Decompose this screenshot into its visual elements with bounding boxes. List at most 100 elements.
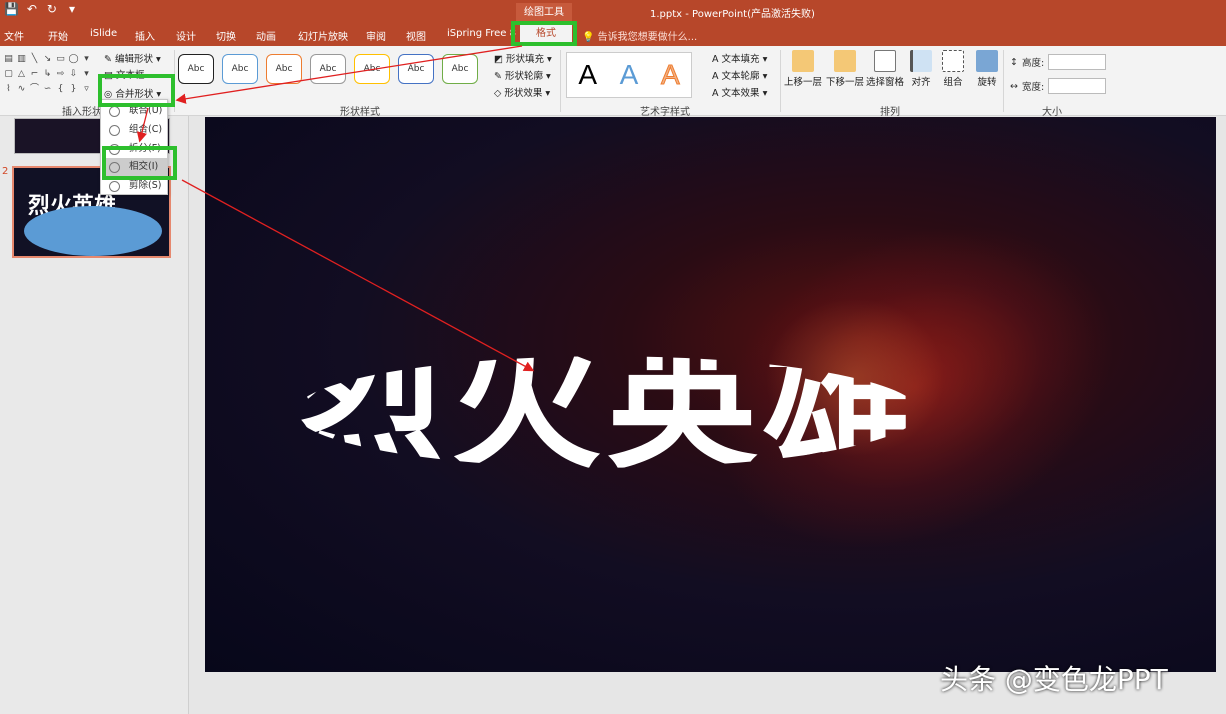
style-swatch-gold[interactable]: Abc (354, 54, 390, 84)
tab-review[interactable]: 审阅 (366, 28, 386, 43)
align-label: 对齐 (911, 77, 931, 88)
edit-shape-button[interactable]: ✎ 编辑形状 ▾ (104, 51, 161, 65)
width-row: ↔ 宽度: (1010, 78, 1107, 94)
tab-animations[interactable]: 动画 (256, 28, 276, 43)
arc-icon[interactable]: ⌒ (28, 82, 41, 97)
title-bar: 💾 ↶ ↻ ▾ 绘图工具 1.pptx - PowerPoint(产品激活失败) (0, 0, 1226, 22)
curve-icon[interactable]: ∽ (41, 82, 54, 97)
width-label: 宽度: (1021, 82, 1045, 93)
ribbon-tabs: 文件 开始 iSlide 插入 设计 切换 动画 幻灯片放映 审阅 视图 iSp… (0, 22, 1226, 46)
left-brace-icon[interactable]: { (54, 82, 67, 97)
textbox-shape-icon[interactable]: ▤ (2, 52, 15, 67)
group-divider (1003, 50, 1004, 112)
size-group-label: 大小 (1042, 107, 1062, 118)
scribble-icon[interactable]: ∿ (15, 82, 28, 97)
group-icon (942, 50, 964, 72)
tab-islide[interactable]: iSlide (90, 28, 117, 39)
rectangle-icon[interactable]: ▭ (54, 52, 67, 67)
slide-canvas[interactable]: 烈火英雄 (205, 117, 1216, 672)
merge-shapes-highlight (98, 74, 175, 107)
send-backward-button[interactable]: 下移一层 (826, 50, 864, 88)
undo-icon[interactable]: ↶ (25, 2, 39, 16)
scroll-icon[interactable]: ▾ (80, 67, 93, 82)
bring-forward-icon (792, 50, 814, 72)
text-outline-button[interactable]: A 文本轮廓 ▾ (712, 68, 767, 82)
tab-design[interactable]: 设计 (176, 28, 196, 43)
triangle-icon[interactable]: △ (15, 67, 28, 82)
selection-pane-button[interactable]: 选择窗格 (866, 50, 904, 88)
shape-styles-gallery: Abc Abc Abc Abc Abc Abc Abc (178, 54, 478, 84)
text-fill-button[interactable]: A 文本填充 ▾ (712, 51, 767, 65)
selection-pane-icon (874, 50, 896, 72)
expand-gallery-icon[interactable]: ▿ (80, 82, 93, 97)
text-effects-button[interactable]: A 文本效果 ▾ (712, 85, 767, 99)
style-swatch-gray[interactable]: Abc (310, 54, 346, 84)
selection-pane-label: 选择窗格 (866, 77, 905, 88)
tab-home[interactable]: 开始 (48, 28, 68, 43)
wordart-style-blue[interactable]: A (620, 59, 639, 91)
save-icon[interactable]: 💾 (4, 2, 19, 16)
combine-icon (109, 125, 120, 136)
tab-file[interactable]: 文件 (4, 28, 24, 43)
shape-fill-button[interactable]: ◩ 形状填充 ▾ (494, 51, 552, 65)
tell-me-text: 告诉我您想要做什么... (597, 32, 698, 43)
tab-view[interactable]: 视图 (406, 28, 426, 43)
freeform-icon[interactable]: ⌇ (2, 82, 15, 97)
height-input[interactable] (1048, 54, 1107, 70)
rounded-rect-icon[interactable]: ▢ (2, 67, 15, 82)
curved-connector-icon[interactable]: ↳ (41, 67, 54, 82)
bring-forward-label: 上移一层 (784, 77, 823, 88)
tab-transitions[interactable]: 切换 (216, 28, 236, 43)
subtract-icon (109, 181, 120, 192)
tab-slideshow[interactable]: 幻灯片放映 (298, 28, 348, 43)
text-effects-label: 文本效果 (721, 88, 760, 99)
wordart-style-orange[interactable]: A (660, 59, 680, 91)
customize-qat-icon[interactable]: ▾ (65, 2, 79, 16)
redo-icon[interactable]: ↻ (45, 2, 59, 16)
style-swatch-green[interactable]: Abc (442, 54, 478, 84)
elbow-connector-icon[interactable]: ⌐ (28, 67, 41, 82)
drawing-tools-context-label: 绘图工具 (516, 3, 572, 22)
tell-me-search[interactable]: 💡 告诉我您想要做什么... (582, 28, 697, 43)
right-arrow-icon[interactable]: ⇨ (54, 67, 67, 82)
tab-insert[interactable]: 插入 (135, 28, 155, 43)
format-tab-highlight (511, 21, 577, 46)
align-icon (910, 50, 932, 72)
style-swatch-blue[interactable]: Abc (222, 54, 258, 84)
group-button[interactable]: 组合 (942, 50, 964, 88)
tab-ispring[interactable]: iSpring Free 8 (447, 28, 516, 39)
style-swatch-black[interactable]: Abc (178, 54, 214, 84)
union-icon (109, 106, 120, 117)
more-shapes-icon[interactable]: ▾ (80, 52, 93, 67)
bring-forward-button[interactable]: 上移一层 (784, 50, 822, 88)
height-icon: ↕ (1010, 56, 1018, 68)
group-label: 组合 (943, 77, 963, 88)
rotate-icon (976, 50, 998, 72)
shape-outline-button[interactable]: ✎ 形状轮廓 ▾ (494, 68, 551, 82)
style-swatch-darkblue[interactable]: Abc (398, 54, 434, 84)
intersect-highlight (102, 146, 177, 180)
vertical-textbox-icon[interactable]: ▥ (15, 52, 28, 67)
align-button[interactable]: 对齐 (910, 50, 932, 88)
rotate-button[interactable]: 旋转 (976, 50, 998, 88)
wordart-group-label: 艺术字样式 (640, 107, 690, 118)
group-divider (560, 50, 561, 112)
text-outline-label: 文本轮廓 (721, 71, 760, 82)
line-icon[interactable]: ╲ (28, 52, 41, 67)
shape-effects-button[interactable]: ◇ 形状效果 ▾ (494, 85, 550, 99)
rotate-label: 旋转 (977, 77, 997, 88)
shapes-gallery[interactable]: ▤ ▥ ╲ ↘ ▭ ◯ ▾ ▢ △ ⌐ ↳ ⇨ ⇩ ▾ ⌇ ∿ ⌒ ∽{} ▿ (2, 52, 94, 96)
oval-icon[interactable]: ◯ (67, 52, 80, 67)
menu-item-combine[interactable]: 组合(C) (103, 121, 167, 139)
wordart-style-black[interactable]: A (578, 59, 597, 91)
subtract-label: 剪除(S) (129, 180, 162, 191)
width-input[interactable] (1048, 78, 1107, 94)
shape-styles-group-label: 形状样式 (340, 107, 380, 118)
text-fill-label: 文本填充 (721, 54, 760, 65)
window-title: 1.pptx - PowerPoint(产品激活失败) (650, 9, 815, 20)
arrow-line-icon[interactable]: ↘ (41, 52, 54, 67)
down-arrow-icon[interactable]: ⇩ (67, 67, 80, 82)
style-swatch-orange[interactable]: Abc (266, 54, 302, 84)
edit-shape-label: 编辑形状 (114, 54, 153, 65)
right-brace-icon[interactable]: } (67, 82, 80, 97)
